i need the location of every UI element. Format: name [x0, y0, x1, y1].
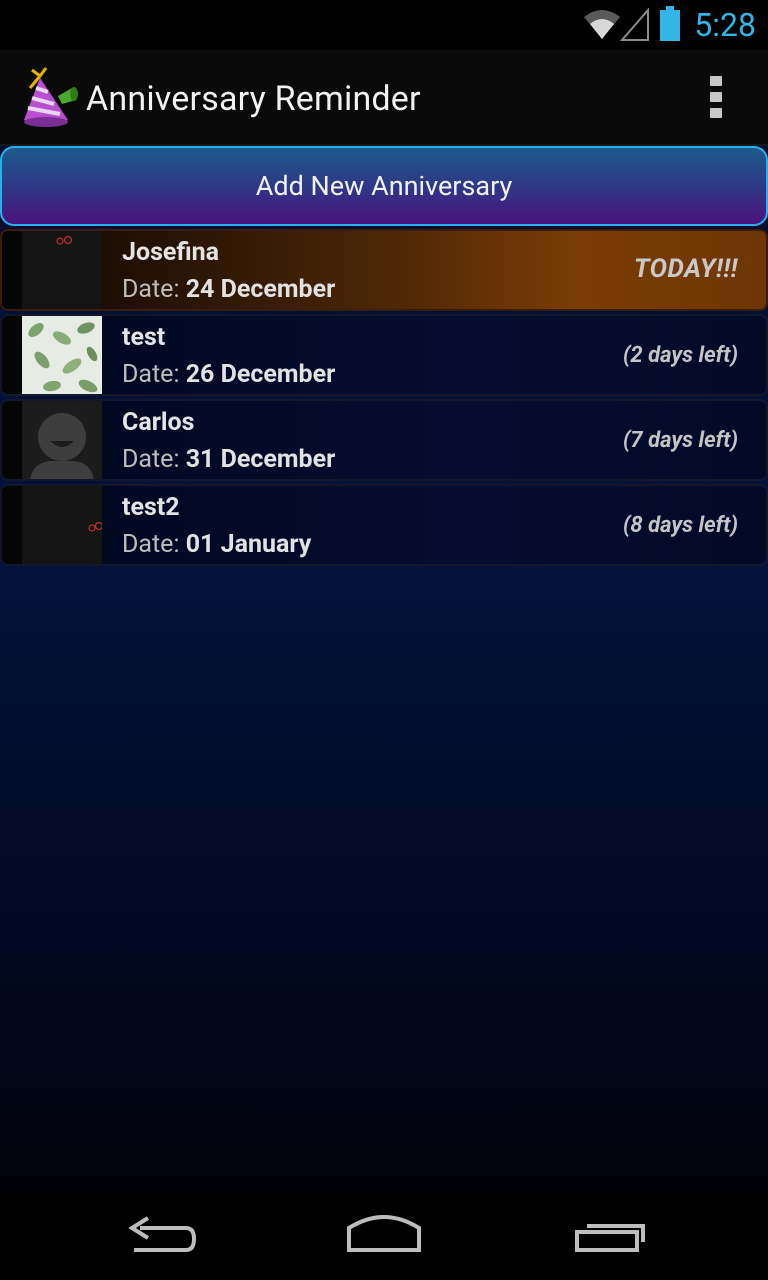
- contact-name: test2: [122, 493, 180, 522]
- signal-icon: [620, 8, 649, 41]
- party-hat-icon[interactable]: [22, 66, 80, 130]
- wifi-icon: [584, 10, 620, 39]
- home-icon[interactable]: [329, 1206, 439, 1266]
- overflow-menu-icon[interactable]: [704, 76, 728, 122]
- list-item[interactable]: test Date: 26 December (2 days left): [0, 314, 768, 396]
- days-remaining: (7 days left): [622, 428, 738, 453]
- contact-name: Carlos: [122, 408, 195, 437]
- contact-photo: [22, 231, 102, 309]
- anniversary-date: Date: 24 December: [122, 275, 336, 304]
- contact-name: Josefina: [122, 238, 220, 267]
- back-icon[interactable]: [104, 1206, 214, 1266]
- recent-apps-icon[interactable]: [555, 1206, 665, 1266]
- action-bar: Anniversary Reminder: [0, 50, 768, 146]
- battery-icon: [660, 6, 680, 41]
- navigation-bar: [0, 1192, 768, 1280]
- days-remaining: TODAY!!!: [633, 254, 738, 284]
- anniversary-date: Date: 26 December: [122, 360, 336, 389]
- anniversary-list: Josefina Date: 24 December TODAY!!! test…: [0, 229, 768, 569]
- clock: 5:28: [694, 6, 756, 44]
- app-title: Anniversary Reminder: [86, 79, 421, 119]
- contact-photo: [22, 316, 102, 394]
- contact-name: test: [122, 323, 166, 352]
- status-bar: 5:28: [0, 0, 768, 50]
- days-remaining: (8 days left): [622, 513, 738, 538]
- contact-photo: [22, 486, 102, 564]
- anniversary-date: Date: 01 January: [122, 530, 312, 559]
- list-item[interactable]: Carlos Date: 31 December (7 days left): [0, 399, 768, 481]
- anniversary-date: Date: 31 December: [122, 445, 336, 474]
- default-avatar-icon: [22, 401, 102, 479]
- days-remaining: (2 days left): [622, 343, 738, 368]
- add-new-anniversary-button[interactable]: Add New Anniversary: [0, 146, 768, 226]
- list-item[interactable]: test2 Date: 01 January (8 days left): [0, 484, 768, 566]
- list-item[interactable]: Josefina Date: 24 December TODAY!!!: [0, 229, 768, 311]
- screen: 5:28 Anniversary Reminder Add New Annive…: [0, 0, 768, 1280]
